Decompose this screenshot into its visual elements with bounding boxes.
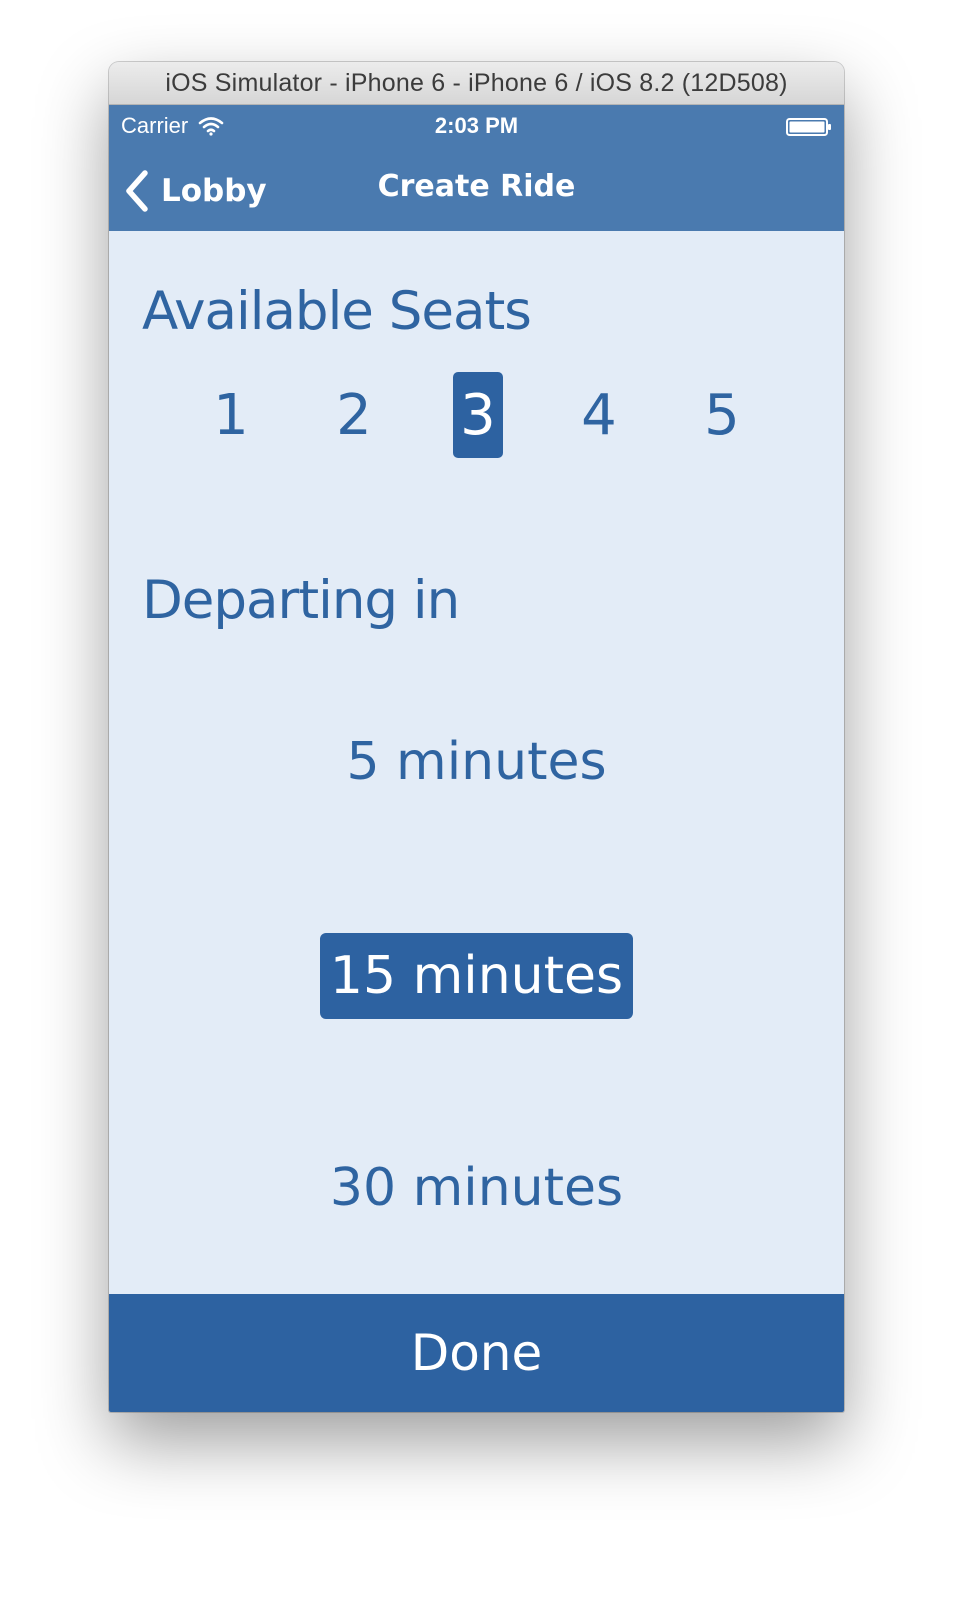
departure-option-label: 5 minutes (346, 732, 607, 792)
page-title: Create Ride (377, 169, 576, 204)
status-time: 2:03 PM (434, 113, 519, 138)
available-seats-heading: Available Seats (142, 281, 532, 342)
departure-option-30-minutes[interactable]: 30 minutes (109, 1145, 844, 1231)
done-button[interactable]: Done (109, 1294, 844, 1412)
status-bar: Carrier 2:03 PM (109, 105, 844, 149)
departure-option-5-minutes[interactable]: 5 minutes (109, 719, 844, 805)
seat-option-3[interactable]: 3 (453, 372, 503, 458)
navigation-bar: Lobby Create Ride (109, 149, 844, 231)
seat-option-2[interactable]: 2 (329, 372, 379, 458)
top-bar: Carrier 2:03 PM Lobby Create Ride (109, 105, 844, 231)
departure-option-15-minutes[interactable]: 15 minutes (109, 933, 844, 1019)
seat-option-1[interactable]: 1 (206, 372, 256, 458)
simulator-title: iOS Simulator - iPhone 6 - iPhone 6 / iO… (165, 68, 788, 97)
device-screen: Carrier 2:03 PM Lobby Create Ride Availa… (109, 105, 844, 1412)
departure-option-label: 30 minutes (329, 1158, 624, 1218)
departure-option-label: 15 minutes (319, 933, 634, 1019)
simulator-window: iOS Simulator - iPhone 6 - iPhone 6 / iO… (109, 62, 844, 1412)
seat-option-5[interactable]: 5 (697, 372, 747, 458)
battery-icon (786, 118, 831, 136)
simulator-titlebar: iOS Simulator - iPhone 6 - iPhone 6 / iO… (109, 62, 844, 105)
seat-option-4[interactable]: 4 (574, 372, 624, 458)
departing-in-heading: Departing in (142, 570, 460, 631)
